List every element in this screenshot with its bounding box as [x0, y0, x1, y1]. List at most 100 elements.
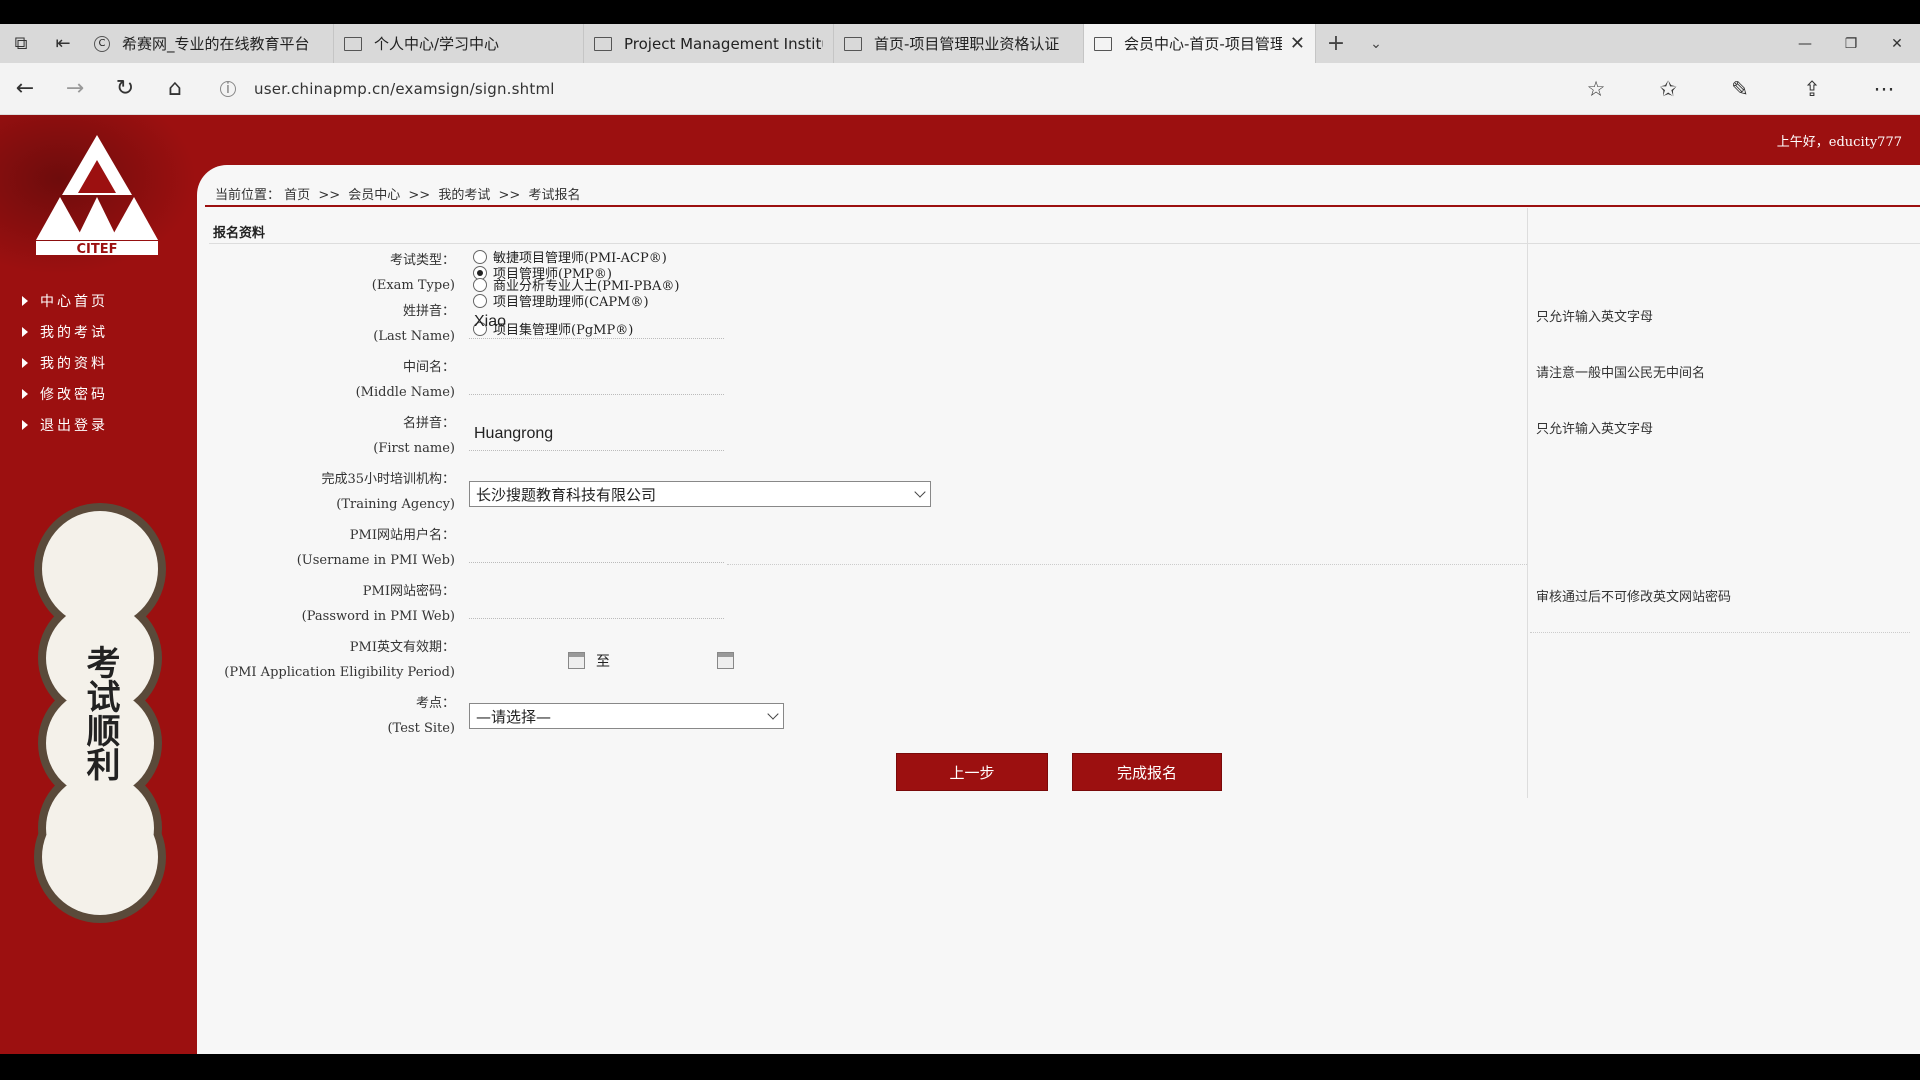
middle-name-hint: 请注意一般中国公民无中间名	[1536, 366, 1706, 381]
first-name-input[interactable]	[469, 417, 724, 451]
training-agency-select[interactable]: 长沙搜题教育科技有限公司	[469, 481, 931, 507]
home-icon[interactable]: ⌂	[150, 76, 200, 101]
letterbox-top	[0, 0, 1920, 24]
tab-aside-icon[interactable]: ⇤	[42, 24, 84, 63]
sidebar-item-label: 退出登录	[40, 417, 108, 434]
new-tab-icon[interactable]: +	[1316, 24, 1356, 63]
browser-tab[interactable]: C 希赛网_专业的在线教育平台	[84, 24, 334, 63]
close-window-icon[interactable]: ✕	[1874, 24, 1920, 63]
middle-name-input[interactable]	[469, 361, 724, 395]
restore-icon[interactable]: ❐	[1828, 24, 1874, 63]
tab-label: 首页-项目管理职业资格认证	[874, 35, 1060, 53]
label-cn: 完成35小时培训机构：	[321, 472, 455, 487]
sidebar: CITEF 中心首页 我的考试 我的资料 修改密码 退出登录 考试顺利	[0, 115, 197, 1054]
address-input[interactable]: user.chinapmp.cn/examsign/sign.shtml	[254, 80, 555, 98]
pmi-username-input[interactable]	[469, 529, 724, 563]
pmi-password-input[interactable]	[469, 585, 724, 619]
page-icon	[844, 36, 862, 51]
sidebar-item-label: 我的资料	[40, 355, 108, 372]
radio-button[interactable]	[473, 249, 487, 264]
chevron-down-icon	[767, 708, 779, 720]
triangle-right-icon	[22, 295, 28, 306]
content-panel: 当前位置： 首页 >> 会员中心 >> 我的考试 >> 考试报名 报名资料 考试…	[197, 165, 1920, 1054]
calendar-icon[interactable]	[568, 652, 585, 669]
forward-icon[interactable]: →	[50, 76, 100, 101]
browser-tab[interactable]: 首页-项目管理职业资格认证	[834, 24, 1084, 63]
sidebar-item-change-password[interactable]: 修改密码	[22, 378, 108, 409]
triangle-right-icon	[22, 357, 28, 368]
label-en: (Last Name)	[373, 329, 455, 344]
breadcrumb-link[interactable]: 首页	[284, 188, 310, 203]
more-icon[interactable]: ⋯	[1848, 77, 1920, 101]
section-title: 报名资料	[209, 216, 1920, 244]
tab-actions-icon[interactable]: ⧉	[0, 24, 42, 63]
favorite-star-icon[interactable]: ☆	[1560, 77, 1632, 101]
breadcrumb-separator: >>	[318, 188, 341, 203]
back-icon[interactable]: ←	[0, 76, 50, 101]
label-cn: PMI网站用户名：	[349, 528, 455, 543]
select-value: 长沙搜题教育科技有限公司	[476, 485, 657, 504]
label-en: (Username in PMI Web)	[296, 553, 455, 568]
sidebar-menu: 中心首页 我的考试 我的资料 修改密码 退出登录	[22, 285, 108, 440]
breadcrumb-divider	[205, 205, 1920, 207]
minimize-icon[interactable]: —	[1782, 24, 1828, 63]
triangle-right-icon	[22, 419, 28, 430]
prev-step-button[interactable]: 上一步	[896, 753, 1048, 791]
label-en: (Test Site)	[387, 721, 455, 736]
share-icon[interactable]: ⇪	[1776, 77, 1848, 101]
label-en: (First name)	[373, 441, 455, 456]
label-cn: 姓拼音：	[402, 304, 455, 319]
chevron-down-icon[interactable]: ⌄	[1356, 24, 1396, 63]
test-site-select[interactable]: —请选择—	[469, 703, 784, 729]
breadcrumb-link[interactable]: 我的考试	[438, 188, 490, 203]
tab-label: 会员中心-首页-项目管理	[1124, 35, 1282, 53]
divider	[1530, 632, 1910, 633]
label-en: (Exam Type)	[371, 278, 455, 293]
tab-label: 希赛网_专业的在线教育平台	[122, 35, 310, 53]
hint-column-divider	[1527, 208, 1528, 798]
select-value: —请选择—	[476, 707, 552, 726]
pmi-password-hint: 审核通过后不可修改英文网站密码	[1536, 590, 1732, 605]
label-cn: PMI英文有效期：	[349, 640, 455, 655]
breadcrumb-separator: >>	[408, 188, 431, 203]
exam-type-radio-pba[interactable]: 商业分析专业人士(PMI-PBA®)	[473, 275, 679, 294]
exam-type-radio-acp[interactable]: 敏捷项目管理师(PMI-ACP®)	[473, 247, 667, 266]
refresh-icon[interactable]: ↻	[100, 76, 150, 101]
breadcrumb-prefix: 当前位置：	[215, 188, 281, 203]
letterbox-bottom	[0, 1054, 1920, 1080]
divider	[727, 564, 1527, 565]
label-cn: 考试类型：	[389, 253, 455, 268]
sidebar-item-home[interactable]: 中心首页	[22, 285, 108, 316]
page-icon	[1094, 36, 1112, 51]
radio-label: 商业分析专业人士(PMI-PBA®)	[493, 279, 680, 294]
label-en: (Training Agency)	[336, 497, 455, 512]
sidebar-item-my-profile[interactable]: 我的资料	[22, 347, 108, 378]
radio-button[interactable]	[473, 277, 487, 292]
triangle-right-icon	[22, 388, 28, 399]
triangle-right-icon	[22, 326, 28, 337]
label-cn: 中间名：	[402, 360, 455, 375]
page-icon	[344, 36, 362, 51]
close-tab-icon[interactable]: ✕	[1290, 33, 1305, 54]
good-luck-badge: 考试顺利	[28, 503, 172, 923]
browser-tab[interactable]: Project Management Institu	[584, 24, 834, 63]
sidebar-item-my-exams[interactable]: 我的考试	[22, 316, 108, 347]
label-en: (Middle Name)	[355, 385, 455, 400]
user-greeting: 上午好，educity777	[1776, 135, 1902, 150]
pen-icon[interactable]: ✎	[1704, 77, 1776, 101]
calendar-icon[interactable]	[717, 652, 734, 669]
browser-tab[interactable]: 个人中心/学习中心	[334, 24, 584, 63]
info-icon[interactable]: i	[220, 80, 236, 97]
browser-tabstrip: ⧉ ⇤ C 希赛网_专业的在线教育平台 个人中心/学习中心 Project Man…	[0, 24, 1920, 63]
site-favicon-icon: C	[94, 35, 110, 52]
browser-tab-active[interactable]: 会员中心-首页-项目管理 ✕	[1084, 24, 1316, 63]
favorites-list-icon[interactable]: ✩	[1632, 77, 1704, 101]
last-name-hint: 只允许输入英文字母	[1536, 310, 1654, 325]
label-cn: 考点：	[415, 696, 455, 711]
breadcrumb-link[interactable]: 会员中心	[348, 188, 400, 203]
last-name-input[interactable]	[469, 305, 724, 339]
sidebar-item-logout[interactable]: 退出登录	[22, 409, 108, 440]
tab-label: Project Management Institu	[624, 34, 823, 53]
complete-registration-button[interactable]: 完成报名	[1072, 753, 1222, 791]
date-range-separator: 至	[596, 654, 610, 670]
